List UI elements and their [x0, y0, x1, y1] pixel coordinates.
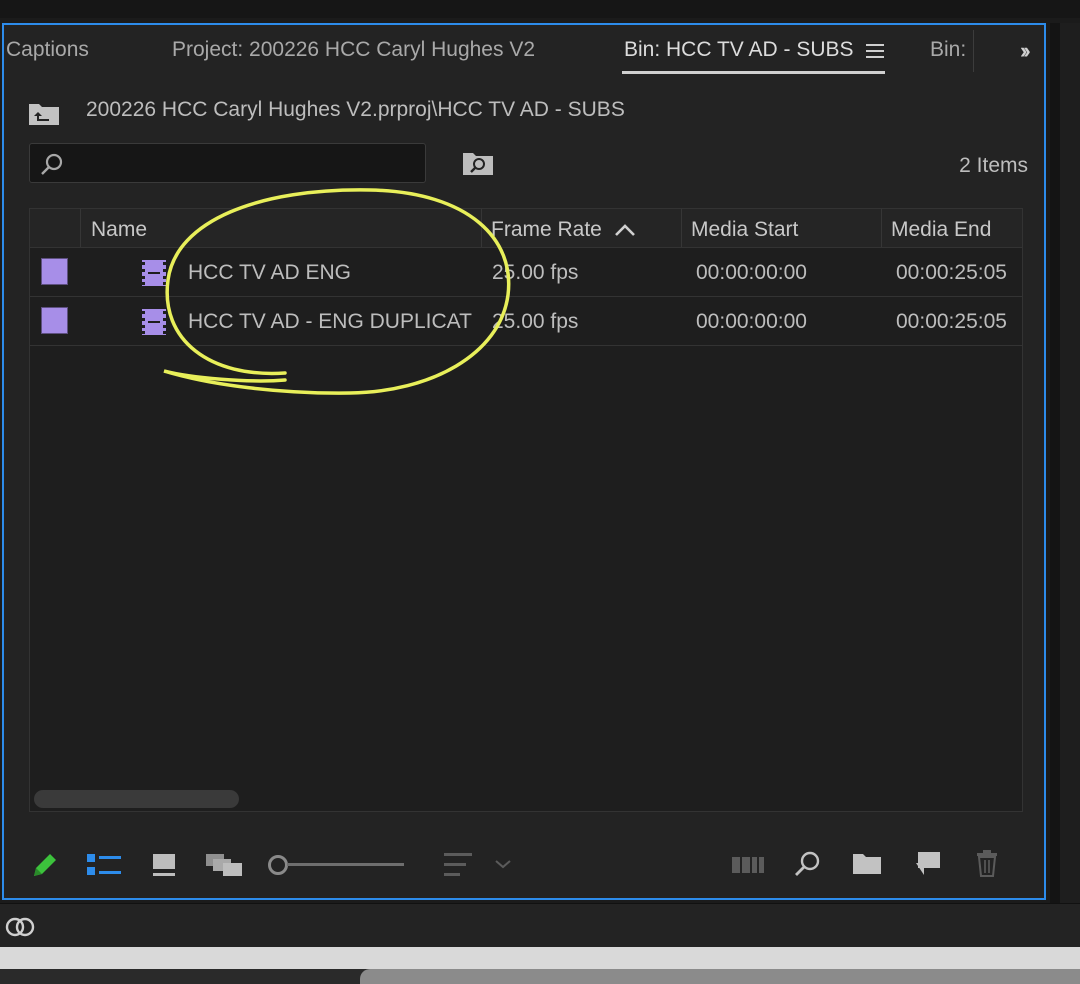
tab-overflow-icon[interactable]: ›› [1020, 38, 1030, 64]
tab-bin-subs[interactable]: Bin: HCC TV AD - SUBS [624, 38, 854, 62]
zoom-slider-handle[interactable] [268, 855, 288, 875]
item-media-start: 00:00:00:00 [696, 261, 807, 284]
item-media-start: 00:00:00:00 [696, 310, 807, 333]
sequence-icon [142, 309, 166, 335]
sort-icons-icon[interactable] [443, 851, 473, 879]
column-frame-rate[interactable]: Frame Rate [491, 218, 602, 242]
window-footer [0, 947, 1080, 969]
column-divider[interactable] [881, 209, 882, 247]
label-color-swatch[interactable] [41, 307, 68, 334]
table-header: Name Frame Rate Media Start Media End [30, 209, 1022, 248]
panel-menu-icon[interactable] [866, 44, 884, 58]
freeform-view-icon[interactable] [205, 853, 243, 877]
new-search-bin-icon[interactable] [462, 150, 494, 176]
list-view-icon[interactable] [86, 853, 122, 877]
zoom-slider[interactable] [287, 863, 404, 866]
chevron-down-icon[interactable] [494, 858, 512, 870]
bin-path: 200226 HCC Caryl Hughes V2.prproj\HCC TV… [86, 98, 625, 121]
column-divider[interactable] [481, 209, 482, 247]
tab-captions[interactable]: Captions [6, 38, 89, 62]
tab-project[interactable]: Project: 200226 HCC Caryl Hughes V2 [172, 38, 535, 62]
dock-edge [360, 969, 1080, 984]
new-item-icon[interactable] [915, 851, 941, 877]
table-row[interactable]: HCC TV AD ENG 25.00 fps 00:00:00:00 00:0… [30, 248, 1022, 297]
column-divider[interactable] [80, 209, 81, 247]
status-bar [0, 903, 1080, 948]
item-name[interactable]: HCC TV AD ENG [188, 261, 351, 285]
trash-icon[interactable] [975, 849, 999, 877]
item-frame-rate: 25.00 fps [492, 261, 579, 284]
label-color-swatch[interactable] [41, 258, 68, 285]
tab-bin-truncated[interactable]: Bin: [930, 38, 966, 62]
item-media-end: 00:00:25:05 [896, 261, 1007, 284]
items-count: 2 Items [959, 154, 1028, 177]
sequence-icon [142, 260, 166, 286]
bin-list: Name Frame Rate Media Start Media End HC… [29, 208, 1023, 812]
automate-to-sequence-icon[interactable] [731, 855, 765, 875]
find-icon[interactable] [793, 850, 821, 878]
active-tab-underline [622, 71, 885, 74]
sort-ascending-icon[interactable] [614, 223, 636, 237]
top-strip [0, 0, 1080, 18]
search-field[interactable] [29, 143, 426, 183]
item-name[interactable]: HCC TV AD - ENG DUPLICAT [188, 310, 472, 334]
panel-gutter [1050, 23, 1060, 903]
column-media-start[interactable]: Media Start [691, 218, 798, 242]
column-divider[interactable] [681, 209, 682, 247]
horizontal-scrollbar[interactable] [34, 790, 239, 808]
item-media-end: 00:00:25:05 [896, 310, 1007, 333]
navigate-up-icon[interactable] [28, 100, 60, 126]
item-frame-rate: 25.00 fps [492, 310, 579, 333]
icon-view-icon[interactable] [152, 853, 176, 877]
column-media-end[interactable]: Media End [891, 218, 991, 242]
tab-divider [973, 30, 974, 72]
pencil-icon[interactable] [30, 850, 58, 880]
search-icon [41, 153, 63, 175]
adjacent-panel [1060, 23, 1080, 903]
new-bin-icon[interactable] [852, 851, 882, 875]
creative-cloud-icon[interactable] [4, 914, 36, 940]
column-name[interactable]: Name [91, 218, 147, 242]
table-row[interactable]: HCC TV AD - ENG DUPLICAT 25.00 fps 00:00… [30, 297, 1022, 346]
